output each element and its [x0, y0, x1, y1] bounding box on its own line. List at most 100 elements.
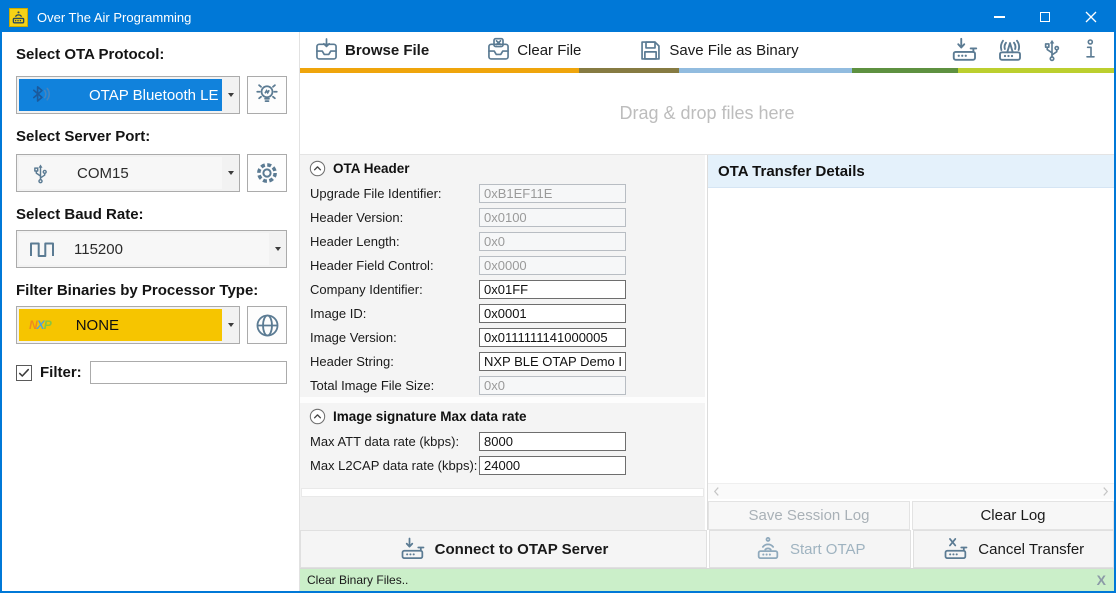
toolbar-right-icons — [949, 35, 1114, 65]
device-download-icon — [399, 535, 427, 563]
baud-dropdown[interactable]: 115200 — [16, 230, 287, 268]
protocol-dropdown-arrow[interactable] — [222, 77, 239, 113]
info-icon[interactable] — [1078, 36, 1102, 64]
filter-checkbox[interactable] — [16, 365, 32, 381]
filter-input[interactable] — [90, 361, 287, 384]
scroll-left-icon[interactable] — [713, 486, 720, 497]
processor-dropdown[interactable]: NXP NONE — [16, 306, 240, 344]
field-row: Company Identifier: — [300, 277, 705, 301]
lightbulb-icon — [253, 81, 281, 109]
image-version-input[interactable] — [479, 328, 626, 347]
cancel-transfer-button[interactable]: Cancel Transfer — [913, 530, 1115, 568]
header-version-input — [479, 208, 626, 227]
main-area: Browse File Clear File — [300, 32, 1114, 591]
browse-online-button[interactable] — [247, 306, 287, 344]
maximize-icon — [1040, 12, 1050, 22]
status-close-button[interactable]: X — [1097, 572, 1106, 588]
filter-row: Filter: — [16, 361, 287, 384]
chevron-down-icon — [275, 247, 281, 251]
field-row: Max ATT data rate (kbps): — [300, 429, 705, 453]
ota-header-section-head: OTA Header — [300, 155, 705, 181]
save-binary-icon — [637, 37, 664, 64]
protocol-dropdown[interactable]: OTAP Bluetooth LE — [16, 76, 240, 114]
field-row: Image Version: — [300, 325, 705, 349]
panel-footer — [300, 497, 705, 530]
image-id-input[interactable] — [479, 304, 626, 323]
globe-icon — [253, 311, 282, 340]
field-row: Total Image File Size: — [300, 373, 705, 397]
transfer-details-header: OTA Transfer Details — [708, 155, 1114, 188]
cancel-transfer-icon — [942, 535, 970, 563]
check-icon — [18, 367, 30, 379]
save-binary-button[interactable]: Save File as Binary — [637, 37, 798, 64]
baud-label: Select Baud Rate: — [16, 206, 287, 223]
scroll-right-icon[interactable] — [1102, 486, 1109, 497]
clear-file-label: Clear File — [517, 42, 581, 59]
file-toolbar: Browse File Clear File — [300, 32, 1114, 68]
header-string-input[interactable] — [479, 352, 626, 371]
drop-zone[interactable]: Drag & drop files here — [300, 73, 1114, 155]
connect-otap-server-label: Connect to OTAP Server — [435, 541, 609, 558]
transfer-details-title: OTA Transfer Details — [718, 163, 865, 180]
horizontal-scrollbar[interactable] — [708, 483, 1114, 499]
minimize-button[interactable] — [976, 2, 1022, 32]
collapse-chevron-icon[interactable] — [309, 408, 326, 425]
device-download-icon[interactable] — [949, 35, 981, 65]
cancel-transfer-label: Cancel Transfer — [978, 541, 1084, 558]
processor-dropdown-arrow[interactable] — [222, 307, 239, 343]
drop-zone-text: Drag & drop files here — [619, 103, 794, 124]
connect-otap-server-button[interactable]: Connect to OTAP Server — [300, 530, 707, 568]
port-dropdown[interactable]: COM15 — [16, 154, 240, 192]
field-row: Upgrade File Identifier: — [300, 181, 705, 205]
app-icon — [9, 8, 28, 27]
window-title: Over The Air Programming — [37, 10, 191, 25]
collapse-chevron-icon[interactable] — [309, 160, 326, 177]
bluetooth-icon — [29, 84, 52, 107]
horizontal-scrollbar[interactable] — [301, 488, 704, 497]
close-button[interactable] — [1068, 2, 1114, 32]
ota-header-title: OTA Header — [333, 161, 410, 176]
browse-file-button[interactable]: Browse File — [313, 37, 429, 64]
title-bar: Over The Air Programming — [2, 2, 1114, 32]
start-otap-label: Start OTAP — [790, 541, 866, 558]
protocol-label: Select OTA Protocol: — [16, 46, 287, 63]
usb-icon[interactable] — [1039, 36, 1065, 64]
transfer-details-panel: OTA Transfer Details Save Session Log Cl… — [707, 155, 1114, 530]
port-value: COM15 — [77, 165, 129, 182]
save-binary-label: Save File as Binary — [669, 42, 798, 59]
baud-value: 115200 — [74, 241, 123, 258]
processor-filter-label: Filter Binaries by Processor Type: — [16, 282, 287, 299]
port-dropdown-arrow[interactable] — [222, 155, 239, 191]
transfer-details-log[interactable] — [708, 188, 1114, 483]
app-window: Over The Air Programming Select OTA Prot… — [0, 0, 1116, 593]
chevron-down-icon — [228, 171, 234, 175]
clear-log-button[interactable]: Clear Log — [912, 501, 1114, 530]
scan-devices-button[interactable] — [247, 76, 287, 114]
device-broadcast-icon[interactable] — [994, 35, 1026, 65]
ota-header-panel: OTA Header Upgrade File Identifier: Head… — [300, 155, 707, 530]
max-att-rate-input[interactable] — [479, 432, 626, 451]
status-message: Clear Binary Files.. — [307, 573, 408, 587]
chevron-down-icon — [228, 323, 234, 327]
field-row: Image ID: — [300, 301, 705, 325]
header-field-control-input — [479, 256, 626, 275]
field-row: Max L2CAP data rate (kbps): — [300, 453, 705, 477]
action-buttons-row: Connect to OTAP Server Start OTAP — [300, 530, 1114, 568]
browse-file-icon — [313, 37, 340, 64]
port-label: Select Server Port: — [16, 128, 287, 145]
baud-dropdown-arrow[interactable] — [269, 231, 286, 267]
company-identifier-input[interactable] — [479, 280, 626, 299]
field-row: Header Length: — [300, 229, 705, 253]
gear-icon — [253, 159, 281, 187]
port-settings-button[interactable] — [247, 154, 287, 192]
total-image-file-size-input — [479, 376, 626, 395]
minimize-icon — [994, 16, 1005, 18]
browse-file-label: Browse File — [345, 42, 429, 59]
log-buttons-row: Save Session Log Clear Log — [708, 499, 1114, 530]
field-row: Header Version: — [300, 205, 705, 229]
clear-file-button[interactable]: Clear File — [485, 37, 581, 64]
maximize-button[interactable] — [1022, 2, 1068, 32]
usb-icon — [29, 162, 52, 185]
max-l2cap-rate-input[interactable] — [479, 456, 626, 475]
chevron-down-icon — [228, 93, 234, 97]
